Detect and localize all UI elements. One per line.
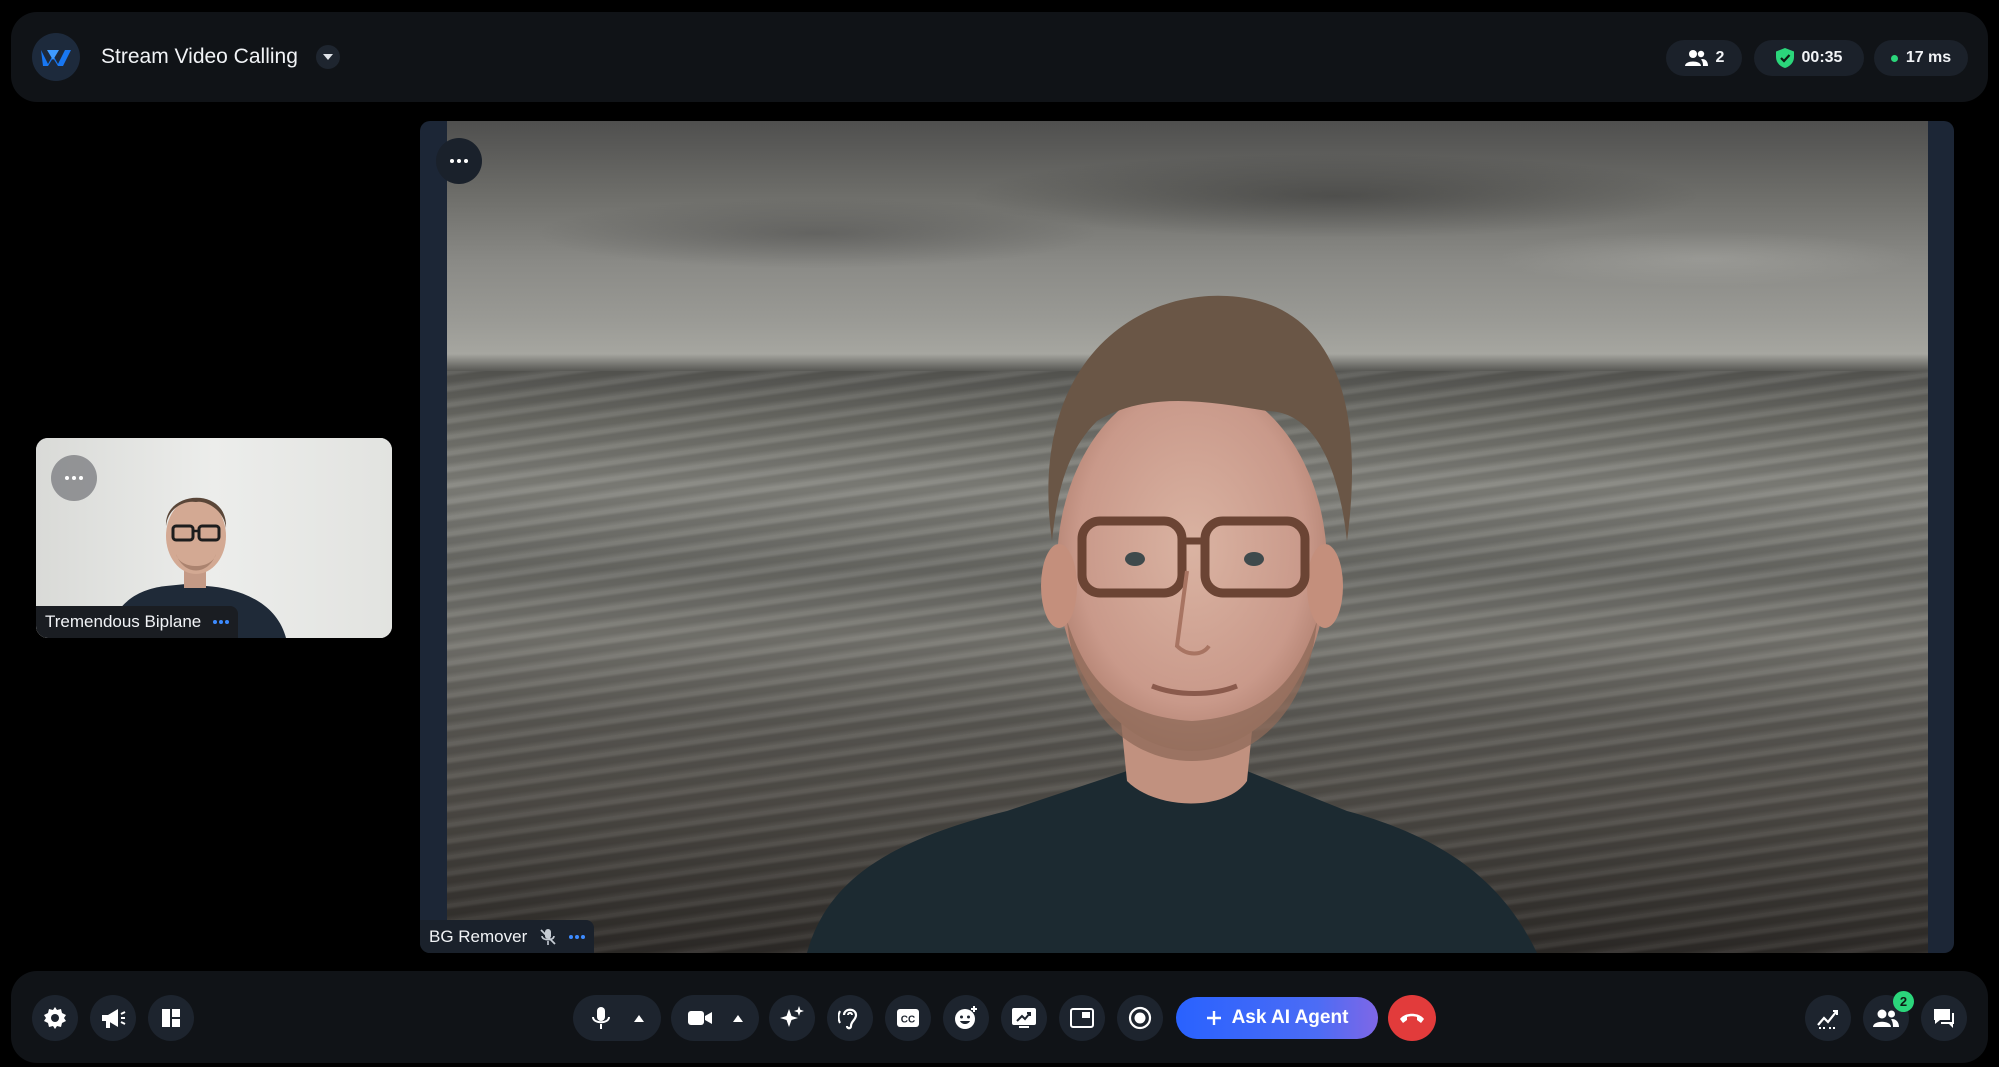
connection-quality-icon: [569, 934, 586, 939]
stats-icon: [1817, 1010, 1838, 1029]
picture-in-picture-icon: [1070, 1008, 1094, 1028]
settings-button[interactable]: [32, 995, 78, 1041]
participant-tile-thumbnail[interactable]: Tremendous Biplane: [36, 438, 392, 638]
megaphone-icon: [102, 1009, 126, 1028]
title-dropdown-button[interactable]: [316, 45, 340, 69]
call-stats-button[interactable]: [1805, 995, 1851, 1041]
more-horizontal-icon: [450, 159, 468, 163]
leave-call-button[interactable]: [1388, 995, 1436, 1041]
layout-icon: [162, 1009, 180, 1027]
participant-video-main: [447, 121, 1928, 953]
participant-menu-button[interactable]: [436, 138, 482, 184]
latency-status-dot: [1890, 54, 1898, 62]
effects-button[interactable]: [769, 995, 815, 1041]
camera-icon[interactable]: [687, 1010, 712, 1026]
people-icon: [1684, 50, 1708, 66]
camera-control[interactable]: [671, 995, 759, 1041]
hang-up-icon: [1400, 1013, 1424, 1023]
latency-pill: 17 ms: [1874, 40, 1968, 76]
participants-badge: 2: [1893, 991, 1914, 1012]
call-header: Stream Video Calling 2 00:35 17 ms: [11, 12, 1988, 102]
participant-name: Tremendous Biplane: [45, 612, 202, 631]
svg-text:CC: CC: [901, 1015, 915, 1026]
stream-logo-icon: [32, 33, 80, 81]
participants-icon: [1873, 1009, 1899, 1027]
chevron-up-icon[interactable]: [732, 1014, 743, 1022]
broadcast-button[interactable]: [90, 995, 136, 1041]
noise-cancellation-button[interactable]: [827, 995, 873, 1041]
call-controls: CC Ask AI Agent 2: [11, 971, 1988, 1063]
latency-value: 17 ms: [1905, 49, 1952, 66]
record-icon: [1128, 1006, 1152, 1030]
more-horizontal-icon: [65, 476, 83, 480]
participants-count-pill[interactable]: 2: [1666, 40, 1742, 76]
microphone-control[interactable]: [573, 995, 661, 1041]
plus-icon: [1206, 1011, 1221, 1025]
screen-share-icon: [1012, 1008, 1036, 1028]
connection-quality-icon: [213, 620, 230, 624]
call-timer-pill: 00:35: [1754, 40, 1864, 76]
noise-cancel-icon: [838, 1008, 858, 1030]
chevron-up-icon[interactable]: [633, 1014, 644, 1022]
chevron-down-icon: [323, 53, 333, 60]
sparkles-icon: [780, 1006, 804, 1027]
gear-icon: [44, 1007, 66, 1029]
reactions-button[interactable]: [943, 995, 989, 1041]
participant-menu-button[interactable]: [51, 455, 97, 501]
screen-share-button[interactable]: [1001, 995, 1047, 1041]
closed-captions-button[interactable]: CC: [885, 995, 931, 1041]
closed-captions-icon: CC: [897, 1009, 919, 1027]
participant-name-tag: BG Remover: [420, 920, 595, 953]
participants-count: 2: [1715, 49, 1725, 66]
reaction-icon: [955, 1006, 977, 1029]
ask-ai-agent-label: Ask AI Agent: [1231, 1007, 1349, 1028]
picture-in-picture-button[interactable]: [1059, 995, 1105, 1041]
participant-tile-main[interactable]: BG Remover: [420, 121, 1954, 953]
chat-button[interactable]: [1921, 995, 1967, 1041]
call-duration: 00:35: [1801, 49, 1843, 66]
mic-muted-icon: [540, 928, 556, 945]
shield-check-icon: [1775, 48, 1794, 68]
microphone-icon[interactable]: [591, 1006, 611, 1030]
participant-person: [807, 295, 1537, 953]
record-button[interactable]: [1117, 995, 1163, 1041]
participant-name-tag: Tremendous Biplane: [36, 606, 239, 638]
app-title: Stream Video Calling: [101, 45, 298, 68]
participant-name: BG Remover: [429, 926, 528, 946]
ask-ai-agent-button[interactable]: Ask AI Agent: [1176, 997, 1378, 1039]
chat-icon: [1934, 1009, 1954, 1028]
layout-button[interactable]: [148, 995, 194, 1041]
